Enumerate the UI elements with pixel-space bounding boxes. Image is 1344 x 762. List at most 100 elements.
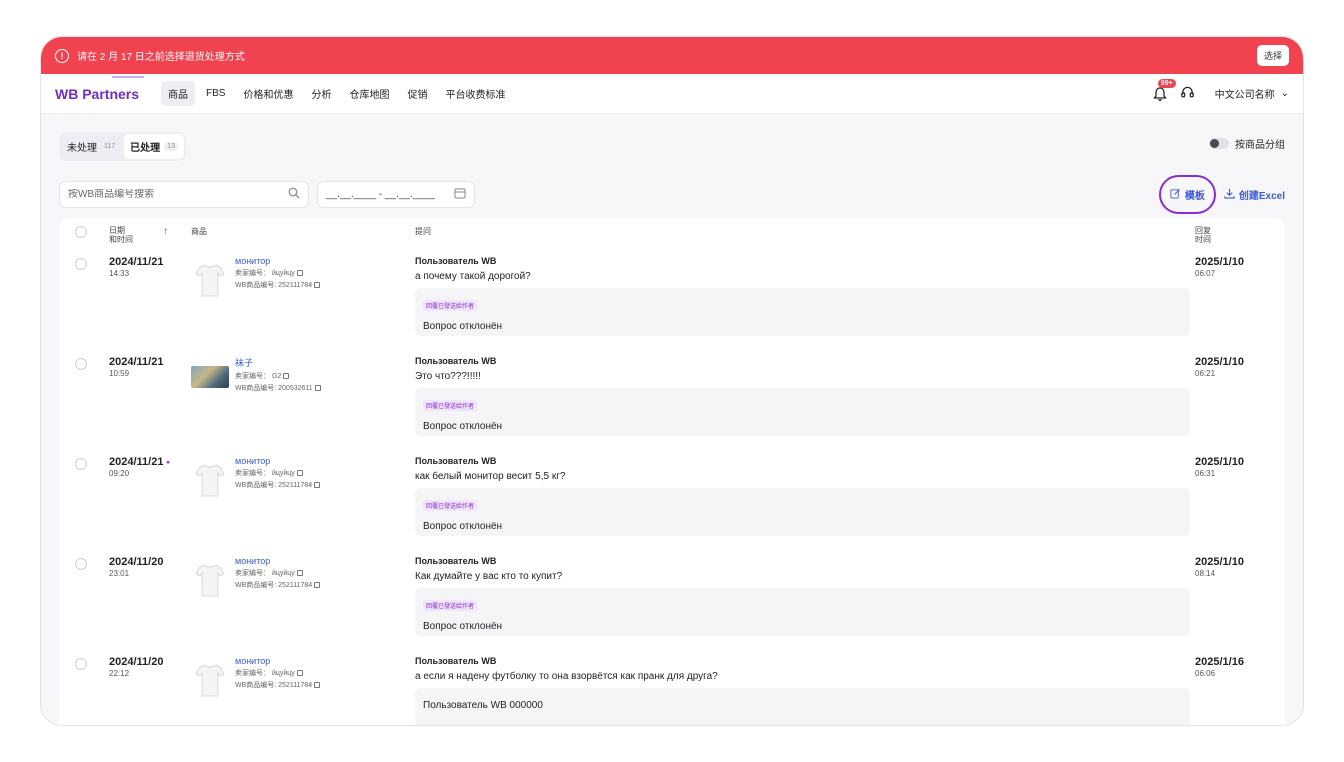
answer-box[interactable]: 回覆已發送給作者 Вопрос отклонён: [415, 388, 1190, 436]
create-excel-label: 创建Excel: [1238, 191, 1285, 202]
tab-processed[interactable]: 已处理 13: [124, 134, 184, 159]
header-question: 提问: [415, 227, 431, 236]
row-time: 23:01: [109, 569, 130, 578]
copy-icon[interactable]: [296, 270, 303, 277]
sort-arrow-icon[interactable]: ↑: [163, 226, 168, 252]
row-time: 14:33: [109, 269, 130, 278]
toggle-label: 按商品分组: [1235, 140, 1285, 151]
tshirt-image[interactable]: [191, 560, 229, 600]
row-time: 22:12: [109, 669, 130, 678]
table-body: 2024/11/21 14:33 монитор 卖家编号： йцуйцу WB…: [73, 252, 1271, 725]
table-row[interactable]: 2024/11/21 • 09:20 монитор 卖家编号： йцуйцу …: [73, 452, 1271, 552]
wb-code: WB商品编号: 252111784: [235, 582, 313, 589]
row-checkbox[interactable]: [75, 658, 87, 670]
answer-text: Вопрос отклонён: [423, 421, 503, 432]
seller-code: 卖家编号： йцуйцу: [235, 570, 295, 577]
header-reply-time: 回复 时间: [1195, 226, 1211, 244]
tshirt-image[interactable]: [191, 660, 229, 700]
row-checkbox[interactable]: [75, 458, 87, 470]
create-excel-button[interactable]: 创建Excel: [1224, 187, 1285, 202]
nav-item-prices[interactable]: 价格和优惠: [236, 81, 300, 106]
alert-banner: ! 请在 2 月 17 日之前选择退货处理方式 选择: [41, 37, 1303, 74]
nav-item-fees[interactable]: 平台收费标准: [438, 81, 512, 106]
row-time: 09:20: [109, 469, 130, 478]
wb-code: WB商品编号: 200532611: [235, 385, 313, 392]
reply-time: 06:07: [1195, 269, 1216, 278]
nav-item-warehouse-map[interactable]: 仓库地图: [342, 81, 396, 106]
table-row[interactable]: 2024/11/20 22:12 монитор 卖家编号： йцуйцу WB…: [73, 652, 1271, 725]
company-selector[interactable]: 中文公司名称 ⌄: [1215, 86, 1289, 101]
status-tabs: 未处理 117 已处理 13: [59, 132, 186, 161]
edit-icon: [1170, 188, 1181, 202]
product-photo-thumbnail[interactable]: [191, 366, 229, 388]
tshirt-image[interactable]: [191, 260, 229, 300]
nav-item-promotions[interactable]: 促销: [400, 81, 434, 106]
row-checkbox[interactable]: [75, 258, 87, 270]
question-author: Пользователь WB: [415, 256, 497, 266]
tab-unprocessed[interactable]: 未处理 117: [61, 134, 124, 159]
header-product: 商品: [191, 227, 207, 236]
reply-time: 06:06: [1195, 669, 1216, 678]
copy-icon[interactable]: [296, 470, 303, 477]
nav-item-fbs[interactable]: FBS: [199, 83, 232, 104]
product-name-link[interactable]: монитор: [235, 656, 320, 666]
product-name-link[interactable]: монитор: [235, 456, 320, 466]
main-content: 未处理 117 已处理 13 按商品分组 __.__.____ - __.__.…: [41, 114, 1303, 725]
top-nav: WB Partners 商品 FBS 价格和优惠 分析 仓库地图 促销 平台收费…: [41, 74, 1303, 114]
wb-code: WB商品编号: 252111784: [235, 682, 313, 689]
product-name-link[interactable]: монитор: [235, 256, 320, 266]
search-icon[interactable]: [288, 187, 300, 202]
date-range-field[interactable]: __.__.____ - __.__.____: [317, 181, 475, 208]
table-row[interactable]: 2024/11/20 23:01 монитор 卖家编号： йцуйцу WB…: [73, 552, 1271, 652]
search-input[interactable]: [68, 189, 288, 200]
row-checkbox[interactable]: [75, 358, 87, 370]
answer-box[interactable]: 回覆已發送給作者 Вопрос отклонён: [415, 288, 1190, 336]
seller-code: 卖家编号： йцуйцу: [235, 470, 295, 477]
copy-icon[interactable]: [296, 570, 303, 577]
nav-active-indicator: [112, 76, 144, 78]
notification-badge: 99+: [1157, 78, 1176, 88]
select-all-checkbox[interactable]: [75, 226, 87, 238]
question-author: Пользователь WB: [415, 456, 497, 466]
table-header: 日期 和时间 ↑ 商品 提问 回复 时间: [73, 218, 1271, 252]
tab-processed-count: 13: [164, 142, 178, 151]
row-time: 10:59: [109, 369, 130, 378]
table-row[interactable]: 2024/11/21 14:33 монитор 卖家编号： йцуйцу WB…: [73, 252, 1271, 352]
row-checkbox[interactable]: [75, 558, 87, 570]
copy-icon[interactable]: [296, 670, 303, 677]
toggle-switch[interactable]: [1209, 138, 1229, 149]
answer-box[interactable]: 回覆已發送給作者 Вопрос отклонён: [415, 588, 1190, 636]
copy-icon[interactable]: [283, 373, 290, 380]
alert-select-button[interactable]: 选择: [1256, 45, 1289, 66]
product-name-link[interactable]: 袜子: [235, 356, 321, 369]
answer-box[interactable]: 回覆已發送給作者 Вопрос отклонён: [415, 488, 1190, 536]
group-by-product-toggle[interactable]: 按商品分组: [1209, 136, 1285, 151]
header-date[interactable]: 日期 和时间: [109, 226, 133, 252]
table-row[interactable]: 2024/11/21 10:59 袜子 卖家编号： G2 WB商品编号: 200…: [73, 352, 1271, 452]
headset-icon[interactable]: [1180, 85, 1195, 103]
answer-text: Вопрос отклонён: [423, 321, 503, 332]
question-text: Это что???!!!!!: [415, 371, 481, 382]
copy-icon[interactable]: [314, 385, 321, 392]
brand-logo[interactable]: WB Partners: [55, 86, 139, 102]
template-button[interactable]: 模板: [1158, 175, 1216, 214]
search-box[interactable]: [59, 181, 309, 208]
answer-text: Вопрос отклонён: [423, 621, 503, 632]
answer-box[interactable]: Пользователь WB 000000: [415, 688, 1190, 725]
row-date: 2024/11/21: [109, 456, 164, 468]
nav-menu: 商品 FBS 价格和优惠 分析 仓库地图 促销 平台收费标准: [161, 81, 512, 106]
nav-item-analytics[interactable]: 分析: [304, 81, 338, 106]
nav-item-products[interactable]: 商品: [161, 81, 196, 106]
answer-text: Пользователь WB 000000: [423, 700, 543, 711]
product-name-link[interactable]: монитор: [235, 556, 320, 566]
tshirt-image[interactable]: [191, 460, 229, 500]
copy-icon[interactable]: [314, 582, 321, 589]
alert-icon: !: [55, 48, 69, 63]
copy-icon[interactable]: [314, 282, 321, 289]
copy-icon[interactable]: [314, 682, 321, 689]
bell-icon[interactable]: 99+: [1152, 78, 1176, 102]
nav-right: 99+ 中文公司名称 ⌄: [1152, 78, 1289, 103]
copy-icon[interactable]: [314, 482, 321, 489]
answer-status-tag: 回覆已發送給作者: [423, 400, 478, 411]
calendar-icon[interactable]: [454, 187, 466, 202]
